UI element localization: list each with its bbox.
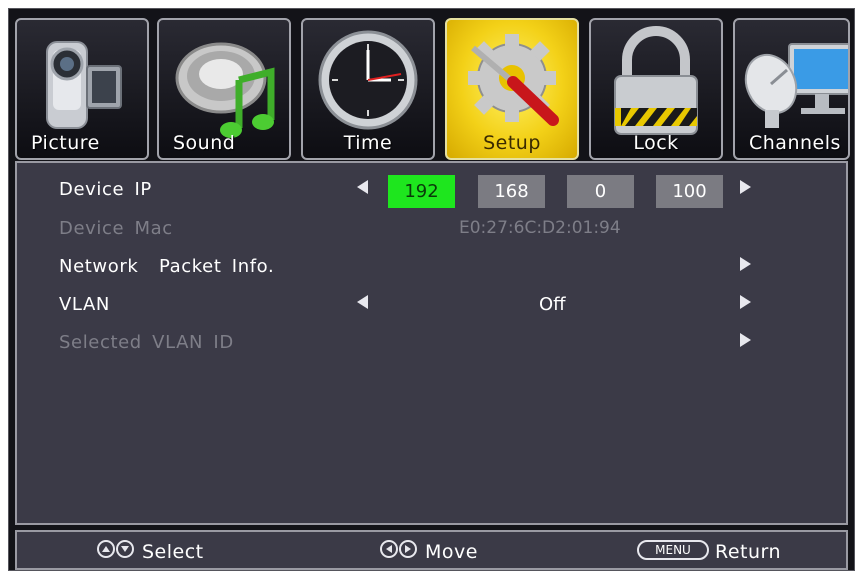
tab-label: Picture (31, 132, 100, 154)
ip-octet-3[interactable]: 0 (567, 175, 634, 208)
device-ip-row[interactable]: Device IP 192 168 0 100 (17, 175, 846, 208)
move-hint-label: Move (425, 541, 478, 563)
up-key-icon (97, 540, 115, 558)
down-key-icon (116, 540, 134, 558)
vlan-value: Off (539, 294, 566, 315)
return-hint-label: Return (715, 541, 782, 563)
tab-label: Lock (633, 132, 679, 154)
network-packet-info-row[interactable]: Network Packet Info. (17, 252, 846, 282)
selected-vlan-id-row: Selected VLAN ID (17, 328, 846, 358)
select-hint-label: Select (142, 541, 204, 563)
device-mac-row: Device Mac E0:27:6C:D2:01:94 (17, 214, 846, 244)
arrow-right-icon[interactable] (740, 295, 751, 309)
ip-octet-4[interactable]: 100 (656, 175, 723, 208)
vlan-row[interactable]: VLAN Off (17, 290, 846, 320)
tab-label: Time (343, 132, 393, 154)
menu-key-icon: MENU (637, 540, 709, 560)
device-ip-label: Device IP (59, 179, 152, 200)
right-key-icon (399, 540, 417, 558)
osd-menu-frame: Picture Sound Time Setup Lock Channels D… (8, 8, 855, 571)
arrow-right-icon[interactable] (740, 257, 751, 271)
network-settings-panel: Device IP 192 168 0 100 Device Mac E0:27… (15, 161, 848, 525)
arrow-right-icon (740, 333, 751, 347)
arrow-right-icon[interactable] (740, 180, 751, 194)
tab-channels[interactable]: Channels (733, 18, 850, 160)
vlan-label: VLAN (59, 294, 110, 315)
device-mac-value: E0:27:6C:D2:01:94 (459, 218, 621, 238)
tab-lock[interactable]: Lock (589, 18, 723, 160)
tab-sound[interactable]: Sound (157, 18, 291, 160)
tab-label: Setup (483, 132, 541, 154)
device-mac-label: Device Mac (59, 218, 173, 239)
ip-octet-2[interactable]: 168 (478, 175, 545, 208)
network-packet-info-label: Network Packet Info. (59, 256, 275, 277)
selected-vlan-id-label: Selected VLAN ID (59, 332, 234, 353)
tab-setup[interactable]: Setup (445, 18, 579, 160)
arrow-left-icon[interactable] (357, 295, 368, 309)
tab-label: Sound (173, 132, 236, 154)
tab-label: Channels (749, 132, 841, 154)
ip-octet-1[interactable]: 192 (388, 175, 455, 208)
key-hint-bar: Select Move MENU Return (15, 530, 848, 570)
arrow-left-icon[interactable] (357, 180, 368, 194)
tab-time[interactable]: Time (301, 18, 435, 160)
left-key-icon (380, 540, 398, 558)
tab-picture[interactable]: Picture (15, 18, 149, 160)
